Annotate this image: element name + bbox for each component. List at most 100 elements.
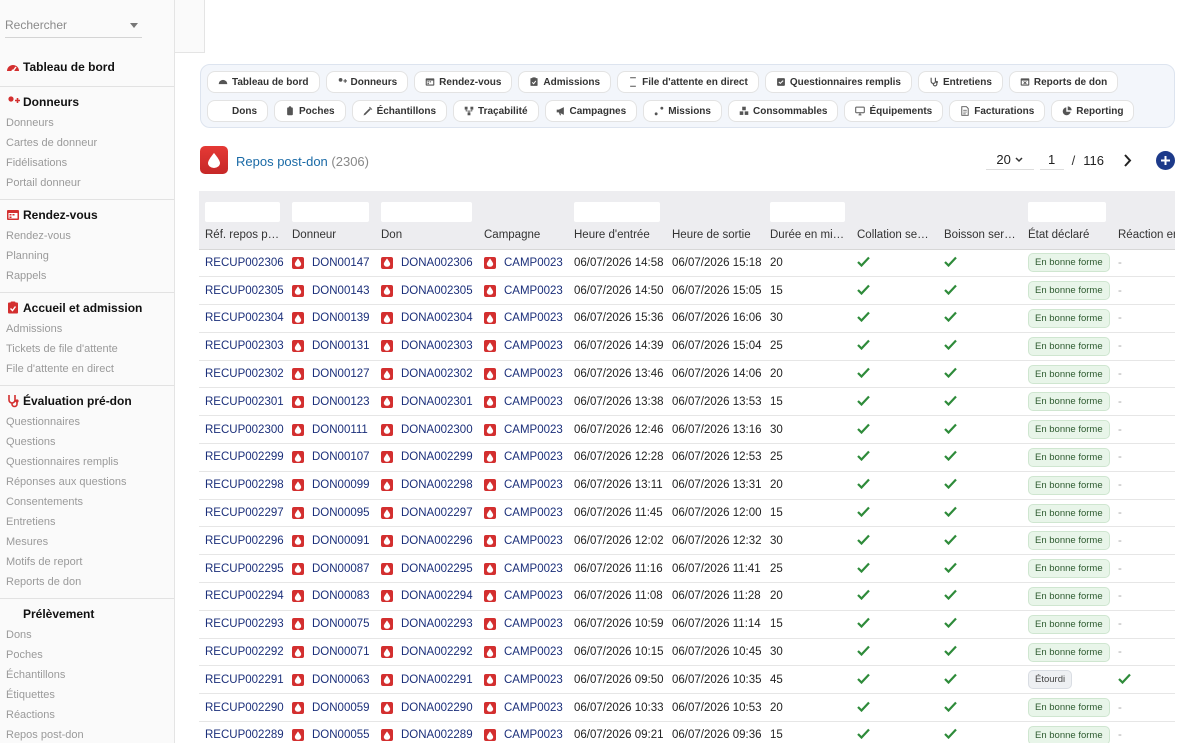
sidebar-item[interactable]: Fidélisations	[6, 153, 174, 173]
sidebar-item[interactable]: Rendez-vous	[6, 226, 174, 246]
cell-donneur[interactable]: DON00127	[286, 360, 375, 389]
ref-link[interactable]: RECUP002302	[205, 368, 284, 380]
ref-link[interactable]: RECUP002293	[205, 618, 284, 630]
sidebar-item[interactable]: Questionnaires remplis	[6, 452, 174, 472]
cell-ref[interactable]: RECUP002298	[199, 471, 286, 500]
shortcut-chip[interactable]: Poches	[274, 100, 346, 122]
cell-campagne[interactable]: CAMP0023	[478, 415, 568, 445]
cell-donneur[interactable]: DON00087	[286, 554, 375, 584]
column-filter-input[interactable]	[381, 202, 472, 222]
donneur-link[interactable]: DON00063	[312, 674, 370, 686]
cell-campagne[interactable]: CAMP0023	[478, 304, 568, 333]
campagne-link[interactable]: CAMP0023	[504, 618, 563, 630]
cell-donneur[interactable]: DON00099	[286, 471, 375, 500]
cell-don[interactable]: DONA002297	[375, 499, 478, 528]
cell-campagne[interactable]: CAMP0023	[478, 582, 568, 611]
table-row[interactable]: RECUP002289 DON00055 DONA002289 CAMP0023 06/…	[199, 721, 1175, 743]
column-filter-input[interactable]	[1028, 202, 1106, 222]
cell-campagne[interactable]: CAMP0023	[478, 554, 568, 584]
don-link[interactable]: DONA002290	[401, 702, 473, 714]
table-row[interactable]: RECUP002290 DON00059 DONA002290 CAMP0023 06/…	[199, 693, 1175, 723]
table-row[interactable]: RECUP002292 DON00071 DONA002292 CAMP0023 06/…	[199, 638, 1175, 667]
table-row[interactable]: RECUP002302 DON00127 DONA002302 CAMP0023 06/…	[199, 360, 1175, 389]
cell-ref[interactable]: RECUP002306	[199, 249, 286, 278]
donneur-link[interactable]: DON00055	[312, 729, 370, 741]
don-link[interactable]: DONA002297	[401, 507, 473, 519]
campagne-link[interactable]: CAMP0023	[504, 702, 563, 714]
column-header[interactable]: Campagne	[478, 222, 568, 250]
cell-donneur[interactable]: DON00083	[286, 582, 375, 611]
don-link[interactable]: DONA002293	[401, 618, 473, 630]
don-link[interactable]: DONA002294	[401, 590, 473, 602]
cell-campagne[interactable]: CAMP0023	[478, 526, 568, 556]
cell-donneur[interactable]: DON00143	[286, 276, 375, 306]
sidebar-section-title[interactable]: Prélèvement	[6, 603, 174, 625]
column-header[interactable]: Réf. repos p…	[199, 222, 286, 250]
table-row[interactable]: RECUP002303 DON00131 DONA002303 CAMP0023 06/…	[199, 332, 1175, 361]
column-header[interactable]: Réaction en	[1112, 222, 1175, 250]
shortcut-chip[interactable]: Facturations	[949, 100, 1046, 122]
don-link[interactable]: DONA002303	[401, 340, 473, 352]
cell-don[interactable]: DONA002293	[375, 610, 478, 639]
ref-link[interactable]: RECUP002301	[205, 396, 284, 408]
campagne-link[interactable]: CAMP0023	[504, 563, 563, 575]
cell-ref[interactable]: RECUP002301	[199, 387, 286, 417]
donneur-link[interactable]: DON00143	[312, 285, 370, 297]
shortcut-chip[interactable]: Tableau de bord	[207, 71, 320, 93]
cell-ref[interactable]: RECUP002289	[199, 721, 286, 743]
cell-donneur[interactable]: DON00139	[286, 304, 375, 333]
ref-link[interactable]: RECUP002305	[205, 285, 284, 297]
campagne-link[interactable]: CAMP0023	[504, 479, 563, 491]
shortcut-chip[interactable]: Consommables	[727, 100, 839, 122]
shortcut-chip[interactable]: Admissions	[518, 71, 612, 93]
cell-don[interactable]: DONA002304	[375, 304, 478, 333]
table-row[interactable]: RECUP002300 DON00111 DONA002300 CAMP0023 06/…	[199, 415, 1175, 445]
sidebar-item[interactable]: Tickets de file d'attente	[6, 339, 174, 359]
sidebar-item[interactable]: Planning	[6, 246, 174, 266]
ref-link[interactable]: RECUP002298	[205, 479, 284, 491]
cell-ref[interactable]: RECUP002294	[199, 582, 286, 611]
shortcut-chip[interactable]: Traçabilité	[453, 100, 539, 122]
sidebar-item[interactable]: Étiquettes	[6, 685, 174, 705]
next-page-button[interactable]	[1120, 150, 1134, 170]
table-row[interactable]: RECUP002294 DON00083 DONA002294 CAMP0023 06/…	[199, 582, 1175, 611]
cell-ref[interactable]: RECUP002292	[199, 638, 286, 667]
cell-campagne[interactable]: CAMP0023	[478, 276, 568, 306]
don-link[interactable]: DONA002298	[401, 479, 473, 491]
don-link[interactable]: DONA002302	[401, 368, 473, 380]
shortcut-chip[interactable]: Campagnes	[544, 100, 638, 122]
shortcut-chip[interactable]: Échantillons	[351, 100, 448, 122]
sidebar-section-title[interactable]: Donneurs	[6, 91, 174, 113]
column-header[interactable]: Durée en mi…	[764, 222, 851, 250]
ref-link[interactable]: RECUP002295	[205, 563, 284, 575]
don-link[interactable]: DONA002300	[401, 424, 473, 436]
donneur-link[interactable]: DON00083	[312, 590, 370, 602]
sidebar-item[interactable]: Poches	[6, 645, 174, 665]
sidebar-item[interactable]: Consentements	[6, 492, 174, 512]
don-link[interactable]: DONA002295	[401, 563, 473, 575]
page-number-input[interactable]: 1	[1039, 150, 1064, 170]
cell-don[interactable]: DONA002296	[375, 526, 478, 556]
table-row[interactable]: RECUP002291 DON00063 DONA002291 CAMP0023 06/…	[199, 665, 1175, 695]
sidebar-item[interactable]: Cartes de donneur	[6, 133, 174, 153]
cell-don[interactable]: DONA002292	[375, 638, 478, 667]
donneur-link[interactable]: DON00071	[312, 646, 370, 658]
campagne-link[interactable]: CAMP0023	[504, 340, 563, 352]
cell-donneur[interactable]: DON00123	[286, 387, 375, 417]
cell-campagne[interactable]: CAMP0023	[478, 332, 568, 361]
cell-campagne[interactable]: CAMP0023	[478, 610, 568, 639]
column-header[interactable]: Boisson servie	[938, 222, 1022, 250]
sidebar-item[interactable]: Portail donneur	[6, 173, 174, 193]
cell-donneur[interactable]: DON00075	[286, 610, 375, 639]
sidebar-item[interactable]: Réponses aux questions	[6, 472, 174, 492]
ref-link[interactable]: RECUP002291	[205, 674, 284, 686]
donneur-link[interactable]: DON00099	[312, 479, 370, 491]
cell-ref[interactable]: RECUP002293	[199, 610, 286, 639]
don-link[interactable]: DONA002289	[401, 729, 473, 741]
sidebar-item[interactable]: Réactions	[6, 705, 174, 725]
cell-campagne[interactable]: CAMP0023	[478, 249, 568, 278]
donneur-link[interactable]: DON00111	[312, 424, 368, 436]
shortcut-chip[interactable]: Dons	[207, 100, 268, 122]
column-filter-input[interactable]	[205, 202, 280, 222]
cell-donneur[interactable]: DON00071	[286, 638, 375, 667]
